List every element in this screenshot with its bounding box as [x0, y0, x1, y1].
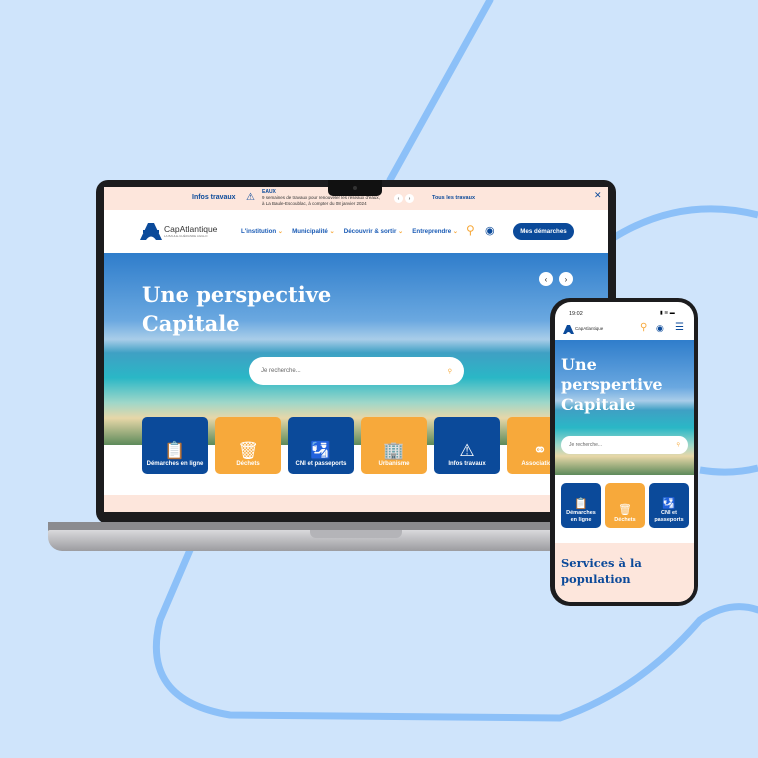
- trash-icon: 🗑: [618, 504, 632, 516]
- nav-decouvrir[interactable]: Découvrir & sortir ⌄: [344, 228, 404, 235]
- site-header: CapAtlantique LA BAULE-GUÉRANDE AGGLO L'…: [104, 210, 608, 253]
- laptop-groove: [310, 530, 402, 538]
- services-section: Services à la population: [555, 543, 694, 602]
- tile-demarches[interactable]: 📋 Démarches en ligne: [561, 483, 601, 528]
- nav-entreprendre[interactable]: Entreprendre ⌄: [412, 228, 458, 235]
- camera: [353, 186, 357, 190]
- trash-icon: 🗑: [237, 441, 259, 460]
- tile-demarches[interactable]: 📋 Démarches en ligne: [142, 417, 208, 474]
- phone-quick-links: 📋 Démarches en ligne 🗑 Déchets 🛂 CNI et pas…: [561, 483, 689, 528]
- tile-infos-travaux[interactable]: ⚠ Infos travaux: [434, 417, 500, 474]
- building-icon: 🏢: [383, 441, 405, 460]
- accessibility-eye-icon[interactable]: ◉: [656, 323, 664, 334]
- nav-institution[interactable]: L'institution ⌄: [241, 228, 283, 235]
- quick-links: 📋 Démarches en ligne 🗑 Déchets 🛂 CNI et pas…: [142, 417, 573, 474]
- network-icon: ⚭: [532, 441, 548, 460]
- logo-icon: [140, 223, 162, 240]
- hero-title: Une perspective Capitale: [142, 282, 332, 336]
- nav-municipalite[interactable]: Municipalité ⌄: [292, 228, 335, 235]
- tile-dechets[interactable]: 🗑 Déchets: [605, 483, 645, 528]
- roadwork-icon: ⚠: [246, 192, 255, 203]
- status-icons: ▮ ≋ ▬: [660, 310, 675, 316]
- pink-section: [104, 495, 608, 512]
- search-icon[interactable]: ⚲: [640, 322, 647, 333]
- phone-screen: 19:02 ▮ ≋ ▬ CapAtlantique ⚲ ◉ ☰ Une persp…: [555, 302, 694, 602]
- status-time: 19:02: [569, 311, 583, 317]
- tile-dechets[interactable]: 🗑 Déchets: [215, 417, 281, 474]
- menu-icon[interactable]: ☰: [675, 322, 684, 333]
- banner-message: 9 semaines de travaux pour renouveler le…: [262, 195, 380, 206]
- tile-cni[interactable]: 🛂 CNI et passeports: [649, 483, 689, 528]
- clipboard-icon: 📋: [164, 441, 186, 460]
- hero-next-button[interactable]: ›: [559, 272, 573, 286]
- main-nav: L'institution ⌄ Municipalité ⌄ Découvrir…: [241, 228, 458, 235]
- phone-hero-title: Une perspertive Capitale: [561, 355, 663, 414]
- banner-next-button[interactable]: ›: [405, 194, 414, 203]
- search-input[interactable]: Je recherche... ⚲: [249, 357, 464, 385]
- section-title: Services à la population: [561, 556, 642, 586]
- passport-icon: 🛂: [662, 497, 676, 510]
- clipboard-icon: 📋: [574, 497, 588, 510]
- banner-label: Infos travaux: [192, 194, 236, 201]
- search-icon[interactable]: ⚲: [448, 368, 452, 375]
- search-icon[interactable]: ⚲: [466, 223, 475, 237]
- tile-urbanisme[interactable]: 🏢 Urbanisme: [361, 417, 427, 474]
- hero-prev-button[interactable]: ‹: [539, 272, 553, 286]
- mes-demarches-button[interactable]: Mes démarches: [513, 223, 574, 240]
- laptop-screen: Infos travaux ⚠ EAUX 9 semaines de trava…: [104, 187, 608, 512]
- tile-cni[interactable]: 🛂 CNI et passeports: [288, 417, 354, 474]
- all-works-link[interactable]: Tous les travaux: [432, 195, 475, 201]
- phone-hero: Une perspertive Capitale Je recherche... ⚲: [555, 340, 694, 475]
- logo-icon: [563, 325, 574, 334]
- phone-search-input[interactable]: Je recherche... ⚲: [561, 436, 688, 454]
- roadwork-icon: ⚠: [459, 441, 475, 460]
- search-icon: ⚲: [676, 442, 680, 448]
- close-icon[interactable]: ✕: [594, 190, 602, 201]
- logo-text[interactable]: CapAtlantique: [164, 224, 217, 234]
- accessibility-eye-icon[interactable]: ◉: [485, 224, 495, 237]
- phone-logo[interactable]: CapAtlantique: [575, 326, 603, 331]
- banner-prev-button[interactable]: ‹: [394, 194, 403, 203]
- passport-icon: 🛂: [310, 441, 332, 460]
- logo-subtitle: LA BAULE-GUÉRANDE AGGLO: [164, 234, 208, 238]
